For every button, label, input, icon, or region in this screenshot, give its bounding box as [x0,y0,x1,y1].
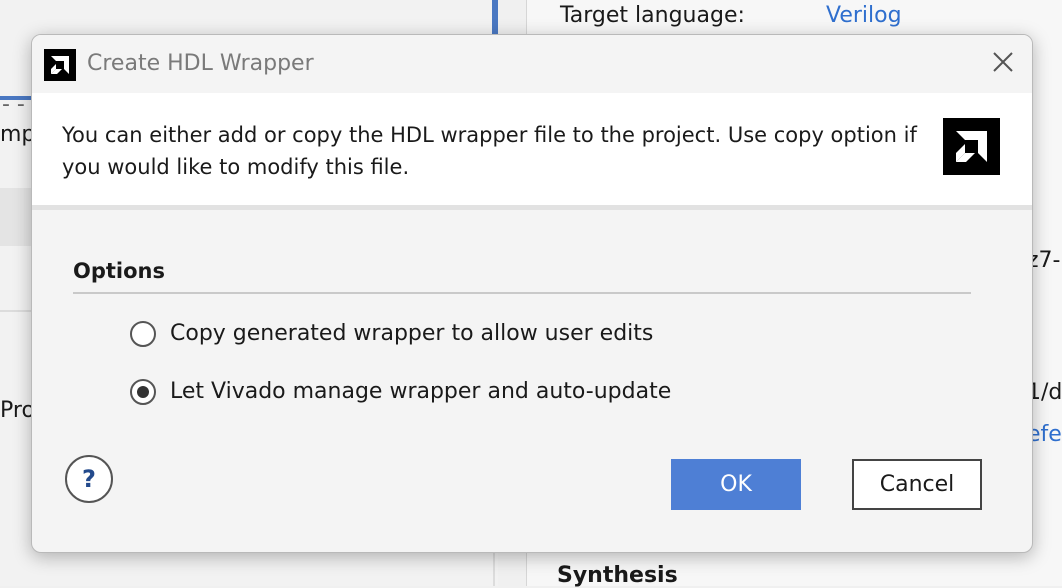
radio-button-unselected[interactable] [130,321,156,347]
dialog-description-banner: You can either add or copy the HDL wrapp… [32,93,1032,210]
create-hdl-wrapper-dialog: Create HDL Wrapper You can either add or… [31,34,1033,553]
amd-logo-icon [44,49,76,81]
radio-vivado-manage-label[interactable]: Let Vivado manage wrapper and auto-updat… [170,379,671,404]
dialog-title: Create HDL Wrapper [87,51,314,76]
help-icon[interactable]: ? [65,455,113,503]
radio-selected-dot [137,386,149,398]
radio-button-selected[interactable] [130,379,156,405]
dialog-titlebar[interactable]: Create HDL Wrapper [32,35,1032,93]
target-language-label: Target language: [560,3,745,28]
cancel-button[interactable]: Cancel [852,459,982,510]
target-language-value[interactable]: Verilog [826,3,902,28]
left-fragment-dashes: - - [2,92,25,117]
options-heading: Options [73,259,165,283]
options-divider [73,292,971,294]
amd-logo-large-icon [943,118,1000,175]
synthesis-heading: Synthesis [557,563,678,588]
radio-copy-wrapper-label[interactable]: Copy generated wrapper to allow user edi… [170,321,653,346]
close-icon[interactable] [988,47,1018,77]
left-scroll-indicator [492,0,498,34]
dialog-description: You can either add or copy the HDL wrapp… [62,123,917,179]
ok-button[interactable]: OK [671,459,801,510]
